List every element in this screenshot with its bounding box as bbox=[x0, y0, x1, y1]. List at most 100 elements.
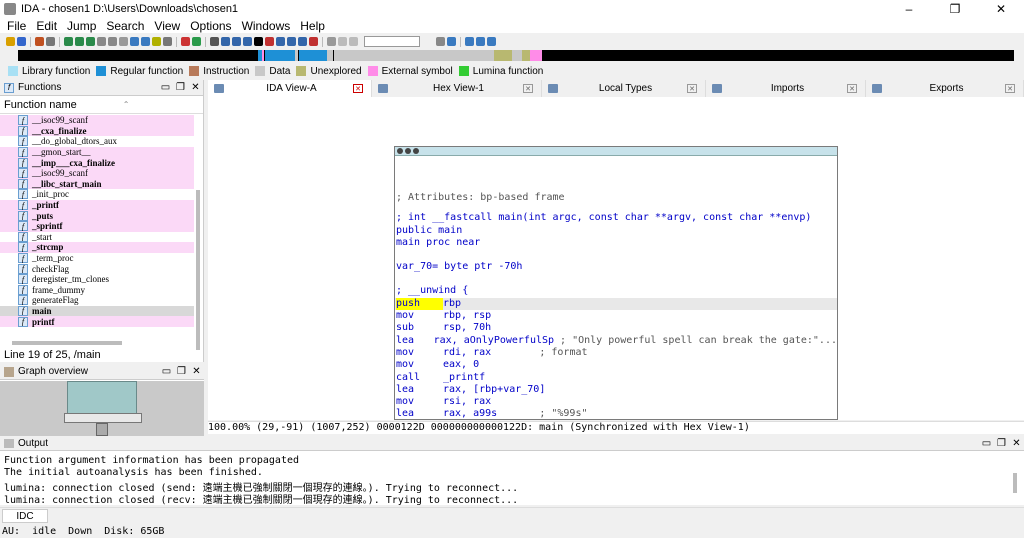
zoom-in-icon[interactable] bbox=[476, 37, 485, 46]
text-icon[interactable] bbox=[141, 37, 150, 46]
code-proc[interactable]: main proc near bbox=[395, 237, 837, 249]
output-scrollbar[interactable] bbox=[1013, 473, 1017, 493]
code-prototype[interactable]: ; int __fastcall main(int argc, const ch… bbox=[395, 212, 837, 224]
breakpoint-icon[interactable] bbox=[265, 37, 274, 46]
idc-button[interactable]: IDC bbox=[2, 509, 48, 523]
code-var[interactable]: var_70= byte ptr -70h bbox=[395, 261, 837, 273]
segments-window-icon[interactable] bbox=[243, 37, 252, 46]
panel-float-icon[interactable]: ❐ bbox=[174, 366, 189, 377]
close-icon[interactable]: ✕ bbox=[978, 0, 1024, 18]
functions-window-icon[interactable] bbox=[210, 37, 219, 46]
node-edit-icon[interactable] bbox=[413, 148, 419, 154]
instruction-line[interactable]: mov rbp, rsp bbox=[395, 310, 837, 322]
function-row[interactable]: f __isoc99_scanf bbox=[0, 115, 194, 126]
function-row[interactable]: f checkFlag bbox=[0, 263, 194, 274]
node-group-icon[interactable] bbox=[405, 148, 411, 154]
instruction-line[interactable]: call _printf bbox=[395, 372, 837, 384]
zoom-out-icon[interactable] bbox=[487, 37, 496, 46]
tab-close-icon[interactable]: ✕ bbox=[687, 84, 697, 93]
lumina-icon[interactable] bbox=[192, 37, 201, 46]
open-icon[interactable] bbox=[6, 37, 15, 46]
tab-imports[interactable]: Imports ✕ bbox=[706, 80, 866, 97]
tab-close-icon[interactable]: ✕ bbox=[353, 84, 363, 93]
function-row[interactable]: f _init_proc bbox=[0, 189, 194, 200]
forward-icon[interactable] bbox=[46, 37, 55, 46]
menu-file[interactable]: File bbox=[2, 19, 31, 33]
restore-icon[interactable]: ❐ bbox=[932, 0, 978, 18]
panel-float-icon[interactable]: ❐ bbox=[994, 438, 1009, 449]
function-row[interactable]: f _term_proc bbox=[0, 253, 194, 264]
play-icon[interactable] bbox=[327, 37, 336, 46]
ida-view-a[interactable]: ; Attributes: bp-based frame ; int __fas… bbox=[208, 97, 1024, 420]
tab-close-icon[interactable]: ✕ bbox=[1005, 84, 1015, 93]
menu-jump[interactable]: Jump bbox=[62, 19, 101, 33]
save-icon[interactable] bbox=[17, 37, 26, 46]
menu-edit[interactable]: Edit bbox=[31, 19, 62, 33]
function-row[interactable]: f deregister_tm_clones bbox=[0, 274, 194, 285]
debugger-select[interactable] bbox=[364, 36, 420, 47]
minimize-icon[interactable]: – bbox=[886, 0, 932, 18]
function-row[interactable]: f __gmon_start__ bbox=[0, 146, 194, 158]
step-icon[interactable] bbox=[447, 37, 456, 46]
code-unwind[interactable]: ; __unwind { bbox=[395, 285, 837, 297]
tab-local-types[interactable]: Local Types ✕ bbox=[542, 80, 706, 97]
panel-close-icon[interactable]: ✕ bbox=[1009, 438, 1024, 449]
function-row[interactable]: f frame_dummy bbox=[0, 284, 194, 296]
instruction-line[interactable]: mov rdi, rax ; format bbox=[395, 347, 837, 359]
function-row[interactable]: f _puts bbox=[0, 210, 194, 221]
panel-close-icon[interactable]: ✕ bbox=[189, 366, 204, 377]
function-row[interactable]: f _sprintf bbox=[0, 220, 194, 232]
panel-minimize-icon[interactable]: ▭ bbox=[979, 438, 994, 449]
tab-exports[interactable]: Exports ✕ bbox=[866, 80, 1024, 97]
function-row[interactable]: f __isoc99_scanf bbox=[0, 167, 194, 179]
menu-windows[interactable]: Windows bbox=[237, 19, 296, 33]
disassembly-graph-node[interactable]: ; Attributes: bp-based frame ; int __fas… bbox=[394, 146, 838, 420]
tab-close-icon[interactable]: ✕ bbox=[847, 84, 857, 93]
search-next-icon[interactable] bbox=[75, 37, 84, 46]
xref-icon[interactable] bbox=[276, 37, 285, 46]
panel-minimize-icon[interactable]: ▭ bbox=[158, 82, 173, 93]
instruction-line[interactable]: sub rsp, 70h bbox=[395, 322, 837, 334]
instruction-line[interactable]: push rbp bbox=[395, 297, 837, 311]
struct-icon[interactable] bbox=[287, 37, 296, 46]
flag-icon[interactable] bbox=[181, 37, 190, 46]
strings-window-icon[interactable] bbox=[232, 37, 241, 46]
function-row[interactable]: f printf bbox=[0, 316, 194, 327]
navigation-band[interactable] bbox=[18, 50, 1014, 61]
stop-icon[interactable] bbox=[309, 37, 318, 46]
instruction-list[interactable]: push rbp mov rbp, rsp sub rsp, 70h lea rax, aOn… bbox=[395, 297, 837, 419]
function-row[interactable]: f _strcmp bbox=[0, 242, 194, 253]
functions-list[interactable]: f __isoc99_scanf f __cxa_finalize f __do_glob… bbox=[0, 115, 194, 337]
function-row[interactable]: f __imp___cxa_finalize bbox=[0, 157, 194, 168]
code-public[interactable]: public main bbox=[395, 225, 837, 237]
output-text[interactable]: Function argument information has been p… bbox=[4, 455, 518, 506]
cursor-icon[interactable] bbox=[35, 37, 44, 46]
tab-ida-view-a[interactable]: IDA View-A ✕ bbox=[208, 80, 372, 97]
array-icon[interactable] bbox=[163, 37, 172, 46]
enum-icon[interactable] bbox=[298, 37, 307, 46]
function-row[interactable]: f _printf bbox=[0, 199, 194, 211]
instruction-line[interactable]: lea rax, aOnlyPowerfulSp ; "Only powerful… bbox=[395, 335, 837, 347]
instruction-line[interactable]: lea rax, a99s ; "%99s" bbox=[395, 408, 837, 419]
function-row[interactable]: f _start bbox=[0, 231, 194, 243]
panel-float-icon[interactable]: ❐ bbox=[173, 82, 188, 93]
tab-close-icon[interactable]: ✕ bbox=[523, 84, 533, 93]
menu-view[interactable]: View bbox=[149, 19, 185, 33]
function-row[interactable]: f generateFlag bbox=[0, 295, 194, 306]
function-row[interactable]: f __libc_start_main bbox=[0, 178, 194, 190]
function-row[interactable]: f __do_global_dtors_aux bbox=[0, 136, 194, 147]
stop-debug-icon[interactable] bbox=[349, 37, 358, 46]
data-icon[interactable] bbox=[119, 37, 128, 46]
binary-search-icon[interactable] bbox=[86, 37, 95, 46]
pause-icon[interactable] bbox=[338, 37, 347, 46]
copy-icon[interactable] bbox=[108, 37, 117, 46]
string-icon[interactable] bbox=[152, 37, 161, 46]
function-name-column-header[interactable]: Function name ⌃ bbox=[0, 96, 203, 114]
code-icon[interactable] bbox=[130, 37, 139, 46]
instruction-line[interactable]: mov eax, 0 bbox=[395, 359, 837, 371]
search-icon[interactable] bbox=[64, 37, 73, 46]
menu-options[interactable]: Options bbox=[185, 19, 236, 33]
layout-icon[interactable] bbox=[465, 37, 474, 46]
text-search-icon[interactable] bbox=[97, 37, 106, 46]
function-row[interactable]: f main bbox=[0, 305, 194, 317]
